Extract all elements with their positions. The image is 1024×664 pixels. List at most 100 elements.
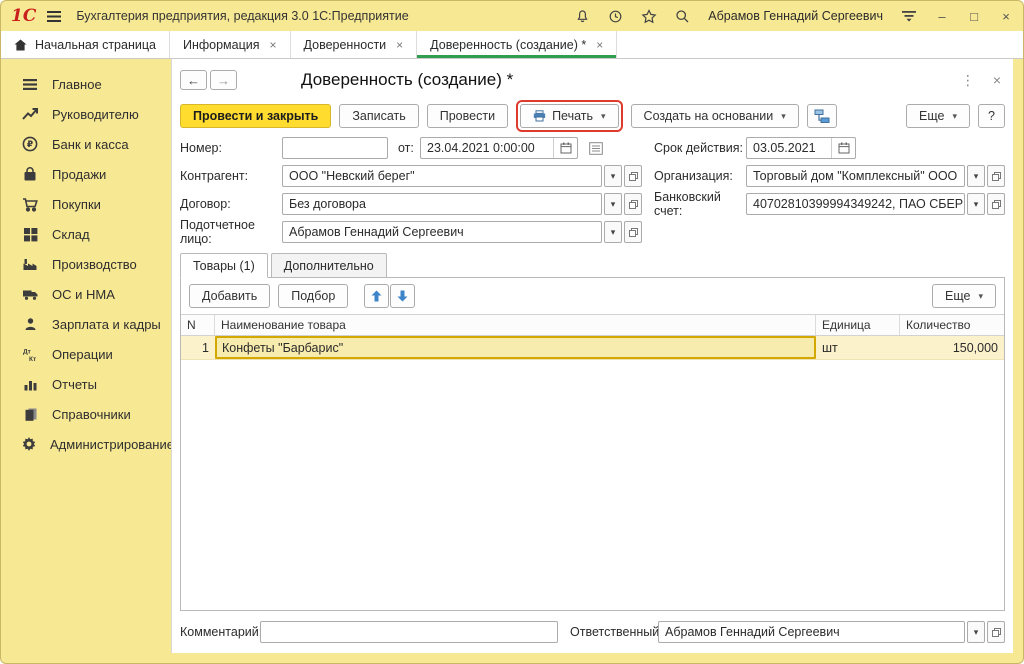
svg-text:Дт: Дт bbox=[23, 348, 31, 355]
sidebar-item-otchety[interactable]: Отчеты bbox=[1, 369, 171, 399]
trend-arrow-icon bbox=[21, 106, 39, 123]
maximize-button[interactable]: □ bbox=[967, 10, 981, 23]
forward-button[interactable]: → bbox=[210, 70, 237, 90]
col-name[interactable]: Наименование товара bbox=[215, 315, 816, 335]
post-button[interactable]: Провести bbox=[427, 104, 508, 128]
form-close-icon[interactable]: × bbox=[993, 72, 1001, 88]
number-input[interactable] bbox=[282, 137, 388, 159]
quantity-cell[interactable]: 150,000 bbox=[900, 336, 1004, 359]
main-menu-icon[interactable] bbox=[46, 10, 62, 23]
unit-cell[interactable]: шт bbox=[816, 336, 900, 359]
bar-chart-icon bbox=[21, 376, 39, 393]
tab-dovernnost-creation[interactable]: Доверенность (создание) * × bbox=[417, 31, 617, 58]
sidebar-item-operacii[interactable]: ДтКт Операции bbox=[1, 339, 171, 369]
service-menu-icon[interactable] bbox=[901, 10, 917, 23]
sidebar-item-administrirovanie[interactable]: Администрирование bbox=[1, 429, 171, 459]
tab-label: Доверенность (создание) * bbox=[430, 38, 586, 52]
sidebar-item-os-nma[interactable]: ОС и НМА bbox=[1, 279, 171, 309]
help-button[interactable]: ? bbox=[978, 104, 1005, 128]
move-down-button[interactable] bbox=[390, 284, 415, 308]
post-and-close-button[interactable]: Провести и закрыть bbox=[180, 104, 331, 128]
dropdown-button[interactable]: ▾ bbox=[604, 193, 622, 215]
create-based-on-button[interactable]: Создать на основании ▾ bbox=[631, 104, 799, 128]
person-icon bbox=[21, 316, 39, 333]
sidebar-item-spravochniki[interactable]: Справочники bbox=[1, 399, 171, 429]
open-link-button[interactable] bbox=[987, 165, 1005, 187]
date-value: 23.04.2021 0:00:00 bbox=[421, 141, 553, 155]
accountable-person-field[interactable]: Абрамов Геннадий Сергеевич bbox=[282, 221, 602, 243]
form-fields: Номер: от: 23.04.2021 0:00:00 Срок дейст… bbox=[180, 137, 1005, 249]
dropdown-button[interactable]: ▾ bbox=[967, 193, 985, 215]
organization-combo: Торговый дом "Комплексный" ООО ▾ bbox=[746, 165, 1005, 187]
tab-additional[interactable]: Дополнительно bbox=[271, 253, 387, 278]
sidebar-label: Продажи bbox=[52, 167, 106, 182]
notifications-bell-icon[interactable] bbox=[575, 9, 590, 24]
goods-more-button[interactable]: Еще ▾ bbox=[932, 284, 996, 308]
item-name-cell[interactable]: Конфеты "Барбарис" bbox=[215, 336, 816, 359]
dropdown-button[interactable]: ▾ bbox=[604, 165, 622, 187]
more-button[interactable]: Еще ▾ bbox=[906, 104, 970, 128]
save-button[interactable]: Записать bbox=[339, 104, 418, 128]
organization-value: Торговый дом "Комплексный" ООО bbox=[747, 169, 964, 183]
valid-until-field[interactable]: 03.05.2021 bbox=[746, 137, 856, 159]
dropdown-button[interactable]: ▾ bbox=[604, 221, 622, 243]
favorites-star-icon[interactable] bbox=[641, 9, 657, 24]
add-row-button[interactable]: Добавить bbox=[189, 284, 270, 308]
current-user[interactable]: Абрамов Геннадий Сергеевич bbox=[708, 9, 883, 23]
set-time-list-icon[interactable] bbox=[586, 137, 606, 159]
contract-field[interactable]: Без договора bbox=[282, 193, 602, 215]
close-tab-icon[interactable]: × bbox=[396, 38, 403, 52]
pick-button[interactable]: Подбор bbox=[278, 284, 348, 308]
chevron-down-icon: ▾ bbox=[601, 111, 606, 122]
col-qty[interactable]: Количество bbox=[900, 315, 1004, 335]
counterparty-field[interactable]: ООО "Невский берег" bbox=[282, 165, 602, 187]
sidebar-item-pokupki[interactable]: Покупки bbox=[1, 189, 171, 219]
search-icon[interactable] bbox=[675, 9, 690, 24]
open-link-button[interactable] bbox=[987, 193, 1005, 215]
accountable-person-combo: Абрамов Геннадий Сергеевич ▾ bbox=[282, 221, 642, 243]
form-kebab-menu-icon[interactable]: ⋮ bbox=[961, 72, 975, 89]
date-field[interactable]: 23.04.2021 0:00:00 bbox=[420, 137, 578, 159]
ruble-circle-icon: ₽ bbox=[21, 136, 39, 153]
bank-account-field[interactable]: 40702810399994349242, ПАО СБЕРБАНК bbox=[746, 193, 965, 215]
move-up-button[interactable] bbox=[364, 284, 389, 308]
open-link-button[interactable] bbox=[624, 193, 642, 215]
col-n[interactable]: N bbox=[181, 315, 215, 335]
calendar-icon[interactable] bbox=[553, 138, 577, 158]
sidebar-item-proizvodstvo[interactable]: Производство bbox=[1, 249, 171, 279]
sidebar-label: Главное bbox=[52, 77, 102, 92]
sidebar-item-rukovoditelyu[interactable]: Руководителю bbox=[1, 99, 171, 129]
sidebar-item-glavnoe[interactable]: Главное bbox=[1, 69, 171, 99]
tab-home[interactable]: Начальная страница bbox=[1, 31, 170, 58]
bank-account-label: Банковский счет: bbox=[654, 190, 746, 218]
comment-input[interactable] bbox=[260, 621, 558, 643]
tab-dovernnosti[interactable]: Доверенности × bbox=[291, 31, 418, 58]
dropdown-button[interactable]: ▾ bbox=[967, 165, 985, 187]
contract-combo: Без договора ▾ bbox=[282, 193, 642, 215]
sidebar-item-sklad[interactable]: Склад bbox=[1, 219, 171, 249]
sidebar-item-bank-kassa[interactable]: ₽ Банк и касса bbox=[1, 129, 171, 159]
sidebar-item-zarplata-kadry[interactable]: Зарплата и кадры bbox=[1, 309, 171, 339]
back-button[interactable]: ← bbox=[180, 70, 207, 90]
open-link-button[interactable] bbox=[987, 621, 1005, 643]
history-icon[interactable] bbox=[608, 9, 623, 24]
tab-goods[interactable]: Товары (1) bbox=[180, 253, 268, 278]
calendar-icon[interactable] bbox=[831, 138, 855, 158]
organization-field[interactable]: Торговый дом "Комплексный" ООО bbox=[746, 165, 965, 187]
open-link-button[interactable] bbox=[624, 221, 642, 243]
table-row[interactable]: 1 Конфеты "Барбарис" шт 150,000 bbox=[181, 336, 1004, 360]
close-window-button[interactable]: × bbox=[999, 10, 1013, 23]
col-unit[interactable]: Единица bbox=[816, 315, 900, 335]
responsible-field[interactable]: Абрамов Геннадий Сергеевич bbox=[658, 621, 965, 643]
print-button[interactable]: Печать ▾ bbox=[520, 104, 618, 128]
minimize-button[interactable]: – bbox=[935, 10, 949, 23]
close-tab-icon[interactable]: × bbox=[596, 38, 603, 52]
main-area: Главное Руководителю ₽ Банк и касса Прод… bbox=[1, 59, 1023, 663]
related-documents-button[interactable] bbox=[807, 104, 837, 128]
sidebar-item-prodazhi[interactable]: Продажи bbox=[1, 159, 171, 189]
open-link-button[interactable] bbox=[624, 165, 642, 187]
tab-information[interactable]: Информация × bbox=[170, 31, 291, 58]
empty-table-area[interactable] bbox=[181, 360, 1004, 610]
close-tab-icon[interactable]: × bbox=[270, 38, 277, 52]
dropdown-button[interactable]: ▾ bbox=[967, 621, 985, 643]
